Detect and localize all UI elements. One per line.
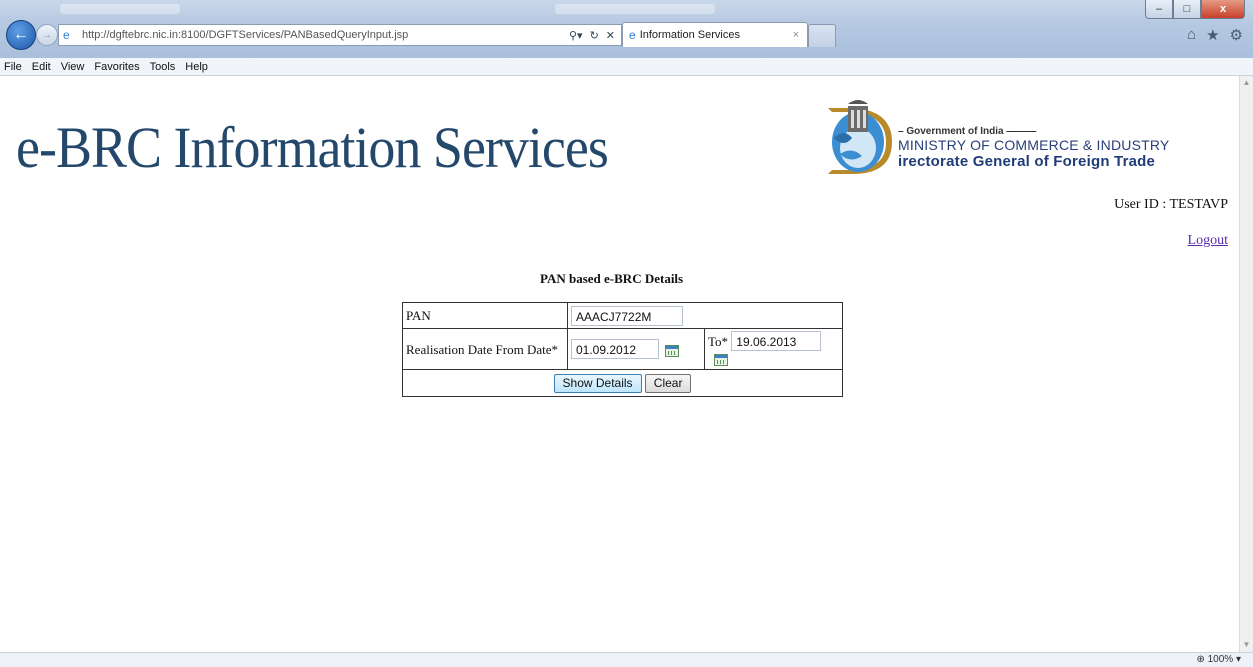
menu-tools[interactable]: Tools <box>150 61 176 73</box>
menu-help[interactable]: Help <box>185 61 208 73</box>
menu-edit[interactable]: Edit <box>32 61 51 73</box>
vertical-scrollbar[interactable]: ▲ ▼ <box>1239 76 1253 652</box>
gear-icon[interactable]: ⚙ <box>1230 26 1243 44</box>
menu-view[interactable]: View <box>61 61 85 73</box>
date-row: Realisation Date From Date* 01.09.2012 T… <box>402 328 843 370</box>
pan-row: PAN AAACJ7722M <box>402 302 843 329</box>
browser-titlebar: – □ x ← → e http://dgftebrc.nic.in:8100/… <box>0 0 1253 58</box>
new-tab-button[interactable] <box>808 24 836 47</box>
logo-line-directorate: irectorate General of Foreign Trade <box>898 153 1156 170</box>
stop-icon[interactable]: ✕ <box>606 29 615 42</box>
from-date-cell: 01.09.2012 <box>567 328 705 370</box>
search-icon[interactable]: ⚲▾ <box>569 29 583 42</box>
user-id-label: User ID : TESTAVP <box>1114 197 1228 212</box>
scroll-down-icon[interactable]: ▼ <box>1240 638 1253 652</box>
tab-title: Information Services <box>639 29 740 41</box>
address-url[interactable]: http://dgftebrc.nic.in:8100/DGFTServices… <box>82 29 569 41</box>
ie-icon: e <box>63 28 70 42</box>
menu-bar: File Edit View Favorites Tools Help <box>0 58 1253 76</box>
maximize-button[interactable]: □ <box>1173 0 1201 19</box>
pan-query-form: PAN AAACJ7722M Realisation Date From Dat… <box>402 302 843 397</box>
from-date-input[interactable]: 01.09.2012 <box>571 339 659 359</box>
clear-button[interactable]: Clear <box>644 373 692 393</box>
pan-input[interactable]: AAACJ7722M <box>571 305 683 326</box>
calendar-icon[interactable] <box>665 345 679 358</box>
calendar-icon[interactable] <box>714 354 728 367</box>
forward-icon[interactable]: → <box>36 24 58 46</box>
browser-toolbar-icons: ⌂ ★ ⚙ <box>1187 26 1243 44</box>
logo-text: – Government of India ——— MINISTRY OF CO… <box>898 126 1169 170</box>
menu-favorites[interactable]: Favorites <box>94 61 139 73</box>
to-date-input[interactable]: 19.06.2013 <box>731 331 822 351</box>
tab-information-services[interactable]: e Information Services × <box>622 22 808 47</box>
pan-input-cell: AAACJ7722M <box>567 302 843 329</box>
back-icon[interactable]: ← <box>6 20 36 50</box>
zoom-control[interactable]: ⊕ 100% ▾ <box>1196 654 1241 665</box>
status-bar: ⊕ 100% ▾ <box>0 652 1253 667</box>
blurred-title-area <box>60 4 180 14</box>
site-title: e-BRC Information Services <box>16 115 609 180</box>
pan-label: PAN <box>402 302 568 329</box>
from-date-label: Realisation Date From Date* <box>402 328 568 370</box>
menu-file[interactable]: File <box>4 61 22 73</box>
ie-icon: e <box>629 28 636 42</box>
minimize-button[interactable]: – <box>1145 0 1173 19</box>
home-icon[interactable]: ⌂ <box>1187 26 1196 44</box>
refresh-icon[interactable]: ↻ <box>590 29 599 42</box>
logo-line-ministry: MINISTRY OF COMMERCE & INDUSTRY <box>898 137 1170 153</box>
close-button[interactable]: x <box>1201 0 1245 19</box>
zoom-level: 100% <box>1207 654 1234 665</box>
logout-link[interactable]: Logout <box>1188 233 1228 249</box>
address-bar[interactable]: e http://dgftebrc.nic.in:8100/DGFTServic… <box>58 24 622 46</box>
star-icon[interactable]: ★ <box>1206 26 1219 44</box>
scroll-up-icon[interactable]: ▲ <box>1240 76 1253 90</box>
blurred-window-title <box>555 4 715 14</box>
address-tools: ⚲▾ ↻ ✕ <box>569 29 621 42</box>
show-details-button[interactable]: Show Details <box>553 373 642 393</box>
window-controls: – □ x <box>1145 0 1245 19</box>
to-date-label: To* <box>708 334 729 349</box>
to-date-cell: To* 19.06.2013 <box>704 328 843 370</box>
button-cell: Show Details Clear <box>402 369 843 397</box>
form-title: PAN based e-BRC Details <box>540 271 684 286</box>
page-content: e-BRC Information Services – Government … <box>0 76 1240 652</box>
logo-line-government: – Government of India ——— <box>898 126 1037 137</box>
emblem-icon <box>828 100 892 174</box>
button-row: Show Details Clear <box>402 369 843 397</box>
dgft-logo: – Government of India ——— MINISTRY OF CO… <box>822 98 1182 178</box>
tab-close-icon[interactable]: × <box>793 29 799 41</box>
